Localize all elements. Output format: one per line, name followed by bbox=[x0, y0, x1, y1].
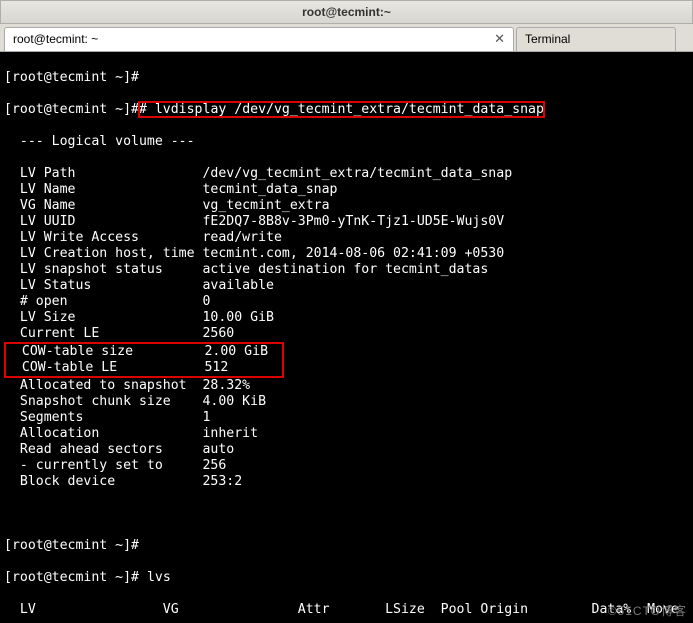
lv-row: # open 0 bbox=[4, 294, 689, 310]
tab-active[interactable]: root@tecmint: ~ ✕ bbox=[4, 27, 514, 51]
watermark: ©51CTO博客 bbox=[608, 603, 687, 619]
lv-row: COW-table size 2.00 GiB bbox=[6, 344, 282, 360]
lv-row: Snapshot chunk size 4.00 KiB bbox=[4, 394, 689, 410]
lv-header: --- Logical volume --- bbox=[4, 134, 689, 150]
terminal-output[interactable]: [root@tecmint ~]# [root@tecmint ~]## lvd… bbox=[0, 52, 693, 623]
lv-row: Allocation inherit bbox=[4, 426, 689, 442]
lv-row: VG Name vg_tecmint_extra bbox=[4, 198, 689, 214]
prompt: [root@tecmint ~]# bbox=[4, 538, 139, 553]
lv-row: - currently set to 256 bbox=[4, 458, 689, 474]
lv-row: COW-table LE 512 bbox=[6, 360, 282, 376]
prompt: [root@tecmint ~]# bbox=[4, 70, 139, 85]
command-lvs: lvs bbox=[147, 570, 171, 585]
lv-row: Allocated to snapshot 28.32% bbox=[4, 378, 689, 394]
close-icon[interactable]: ✕ bbox=[494, 31, 505, 47]
lv-row: LV Name tecmint_data_snap bbox=[4, 182, 689, 198]
lv-row: LV Write Access read/write bbox=[4, 230, 689, 246]
tab-terminal[interactable]: Terminal bbox=[516, 27, 676, 51]
tab-label: root@tecmint: ~ bbox=[13, 32, 98, 46]
command-lvdisplay: # lvdisplay /dev/vg_tecmint_extra/tecmin… bbox=[139, 102, 544, 117]
tab-bar: root@tecmint: ~ ✕ Terminal bbox=[0, 24, 693, 52]
lv-row: LV UUID fE2DQ7-8B8v-3Pm0-yTnK-Tjz1-UD5E-… bbox=[4, 214, 689, 230]
lvs-header: LV VG Attr LSize Pool Origin Data% Move bbox=[4, 602, 689, 618]
lv-row: Block device 253:2 bbox=[4, 474, 689, 490]
tab-label: Terminal bbox=[525, 32, 570, 46]
lv-row: Segments 1 bbox=[4, 410, 689, 426]
lv-row: LV snapshot status active destination fo… bbox=[4, 262, 689, 278]
lv-row: LV Size 10.00 GiB bbox=[4, 310, 689, 326]
prompt: [root@tecmint ~]# bbox=[4, 570, 139, 585]
lv-row: Read ahead sectors auto bbox=[4, 442, 689, 458]
cow-highlight: COW-table size 2.00 GiB COW-table LE 512 bbox=[4, 342, 284, 378]
window-titlebar: root@tecmint:~ bbox=[0, 0, 693, 24]
lv-row: LV Path /dev/vg_tecmint_extra/tecmint_da… bbox=[4, 166, 689, 182]
prompt: [root@tecmint ~]# bbox=[4, 102, 139, 117]
window-title: root@tecmint:~ bbox=[302, 5, 391, 19]
lv-row: LV Status available bbox=[4, 278, 689, 294]
lv-row: Current LE 2560 bbox=[4, 326, 689, 342]
lv-row: LV Creation host, time tecmint.com, 2014… bbox=[4, 246, 689, 262]
